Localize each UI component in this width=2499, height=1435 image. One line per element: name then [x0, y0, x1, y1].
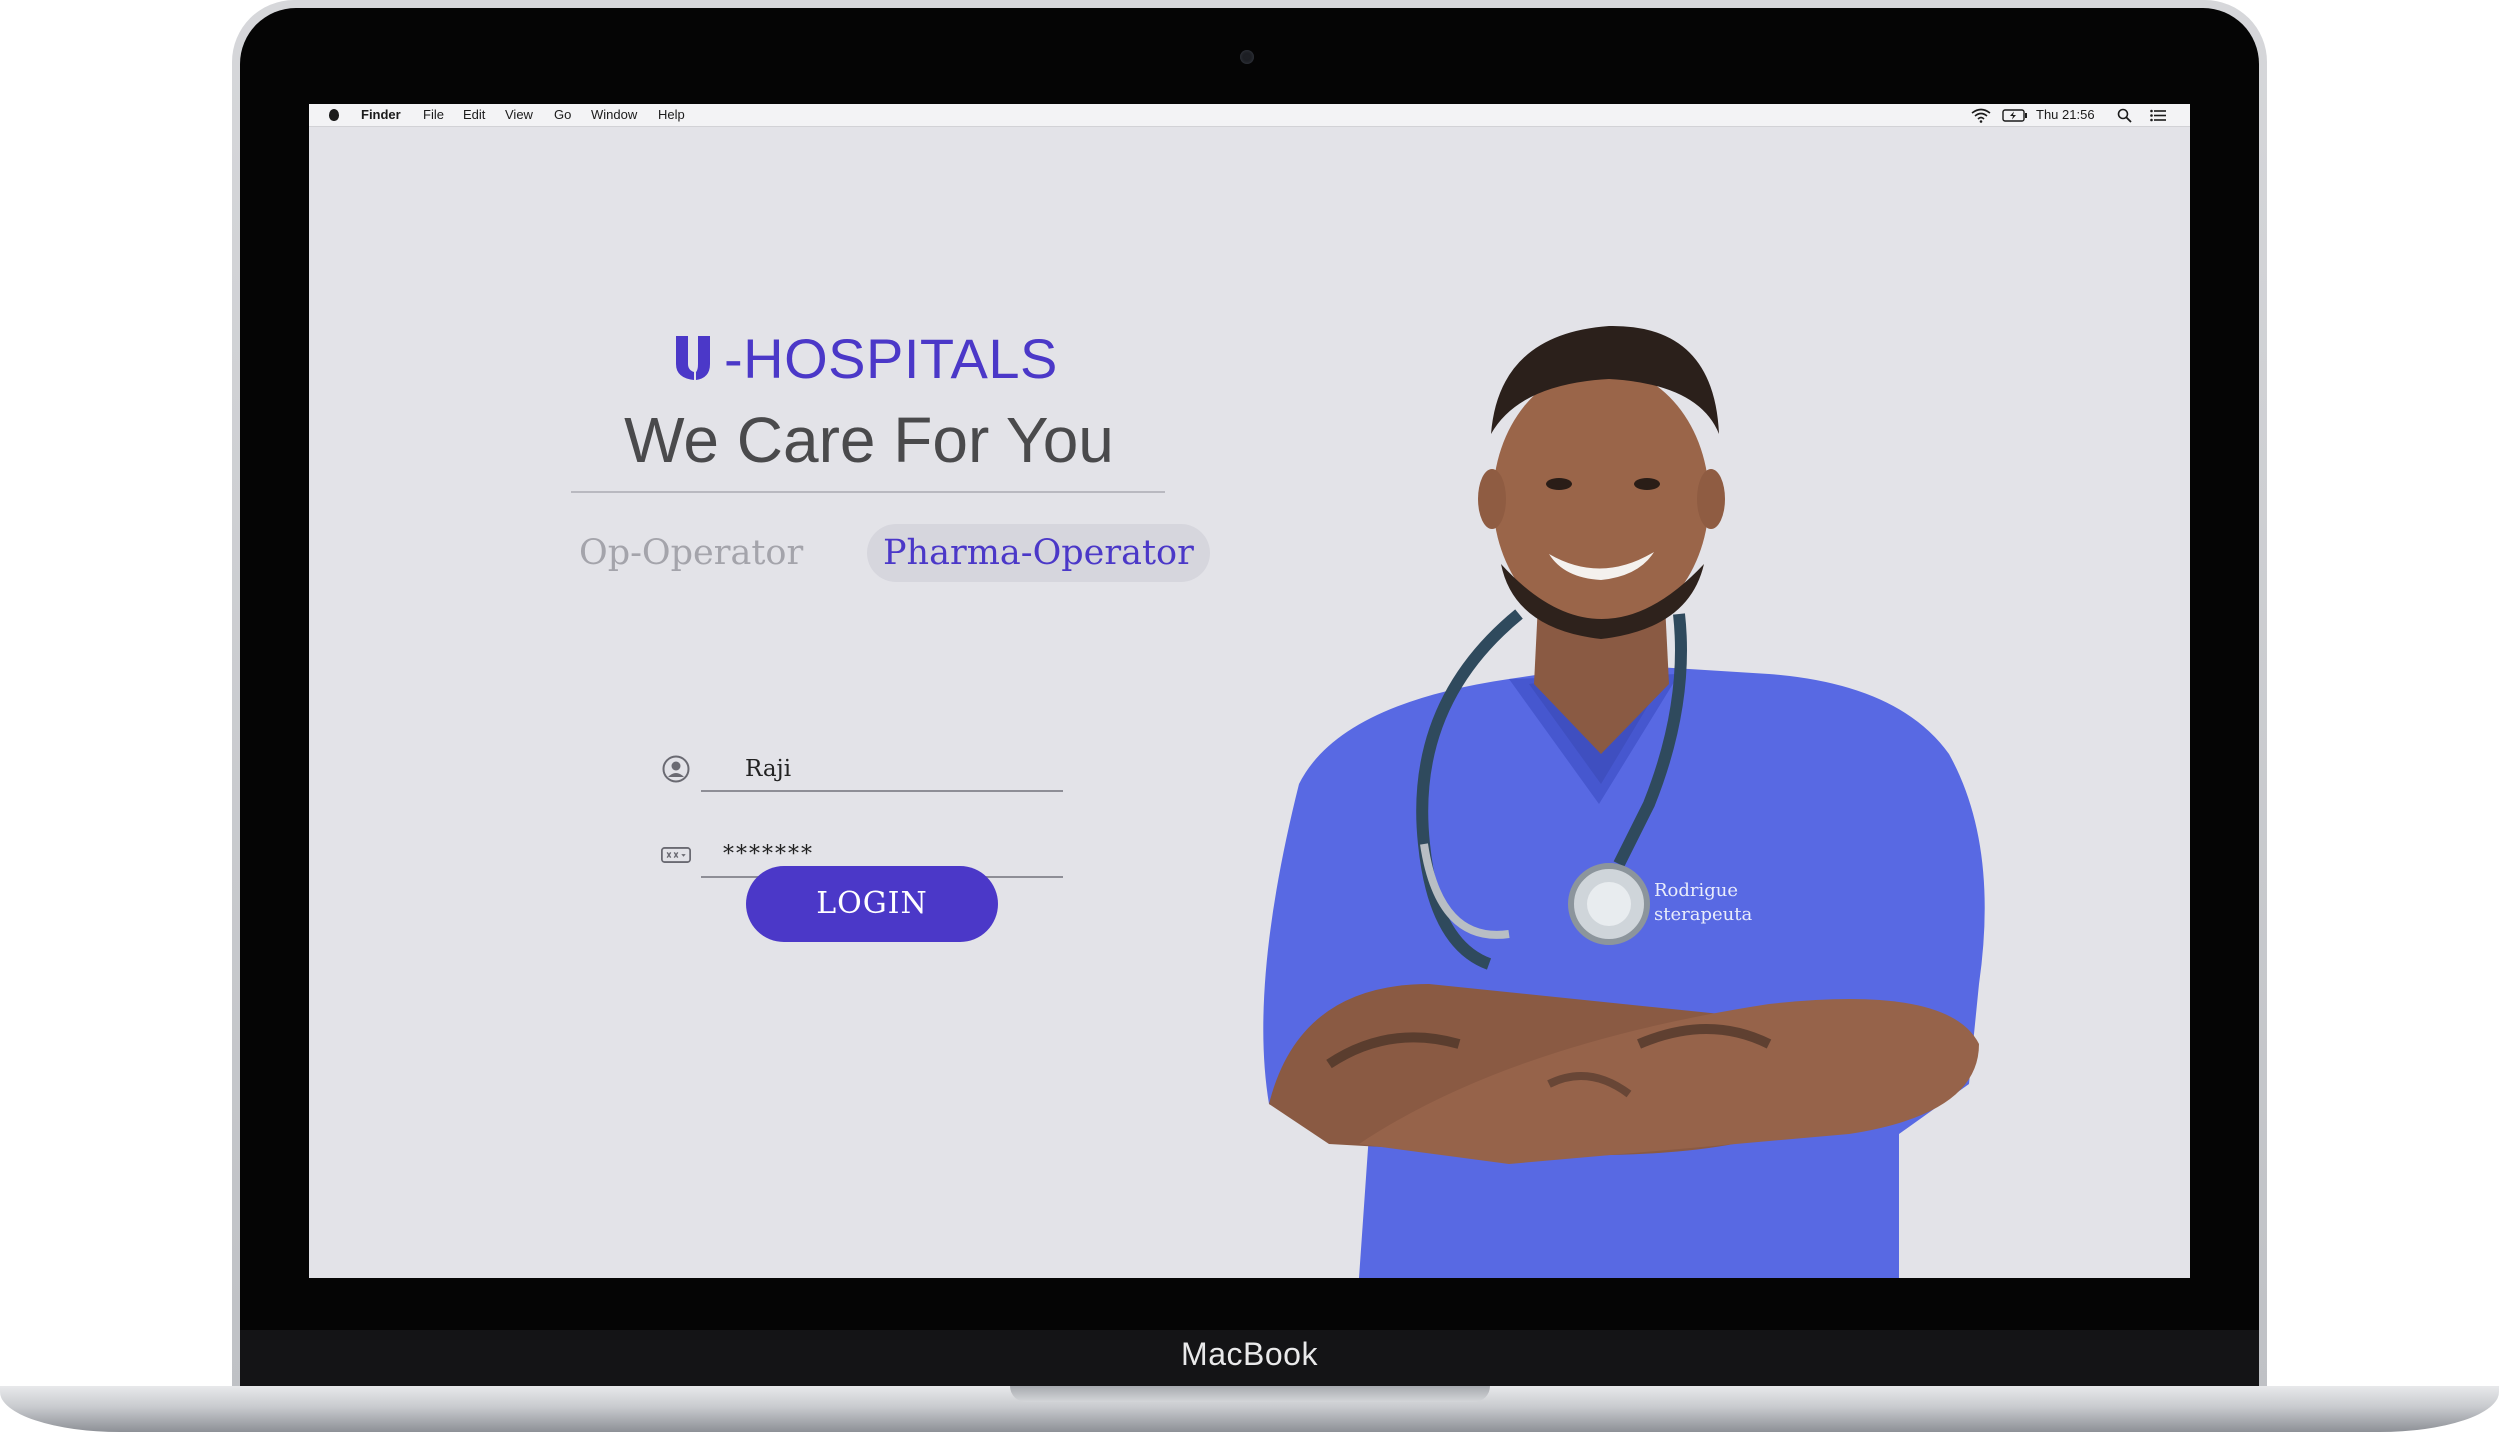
badge-text-1: Rodrigue: [1654, 880, 1738, 901]
menu-bar: Finder File Edit View Go Window Help Thu…: [309, 104, 2190, 127]
divider: [571, 491, 1165, 493]
user-icon: [662, 755, 690, 783]
tab-pharma-operator[interactable]: Pharma-Operator: [867, 524, 1210, 582]
tagline: We Care For You: [624, 404, 1114, 476]
menu-help[interactable]: Help: [658, 108, 685, 122]
wifi-icon[interactable]: [1971, 108, 1991, 123]
menu-window[interactable]: Window: [591, 108, 637, 122]
battery-icon[interactable]: [2002, 109, 2028, 122]
menu-view[interactable]: View: [505, 108, 533, 122]
hospital-logo-icon: [676, 336, 710, 380]
tab-op-operator[interactable]: Op-Operator: [579, 524, 803, 582]
username-value[interactable]: Raji: [745, 754, 791, 784]
search-icon[interactable]: [2117, 108, 2132, 123]
menu-go[interactable]: Go: [554, 108, 571, 122]
username-underline: [701, 790, 1063, 792]
menu-app-finder[interactable]: Finder: [361, 108, 401, 122]
username-field[interactable]: Raji: [661, 744, 1063, 794]
menu-edit[interactable]: Edit: [463, 108, 485, 122]
menu-file[interactable]: File: [423, 108, 444, 122]
device-brand-label: MacBook: [1181, 1336, 1318, 1372]
screen: Finder File Edit View Go Window Help Thu…: [309, 104, 2190, 1278]
list-icon[interactable]: [2150, 109, 2167, 122]
laptop-notch: [1010, 1386, 1490, 1402]
brand-name: -HOSPITALS: [724, 327, 1058, 390]
laptop-mockup: MacBook Finder File Edit View Go Window …: [0, 0, 2499, 1435]
apple-icon[interactable]: [329, 109, 339, 121]
login-button[interactable]: LOGIN: [746, 866, 998, 942]
menu-clock[interactable]: Thu 21:56: [2036, 108, 2095, 122]
camera-icon: [1240, 50, 1254, 64]
badge-text-2: sterapeuta: [1654, 904, 1752, 925]
doctor-photo: Rodrigue sterapeuta: [1263, 325, 1985, 1278]
password-icon: [661, 847, 691, 863]
